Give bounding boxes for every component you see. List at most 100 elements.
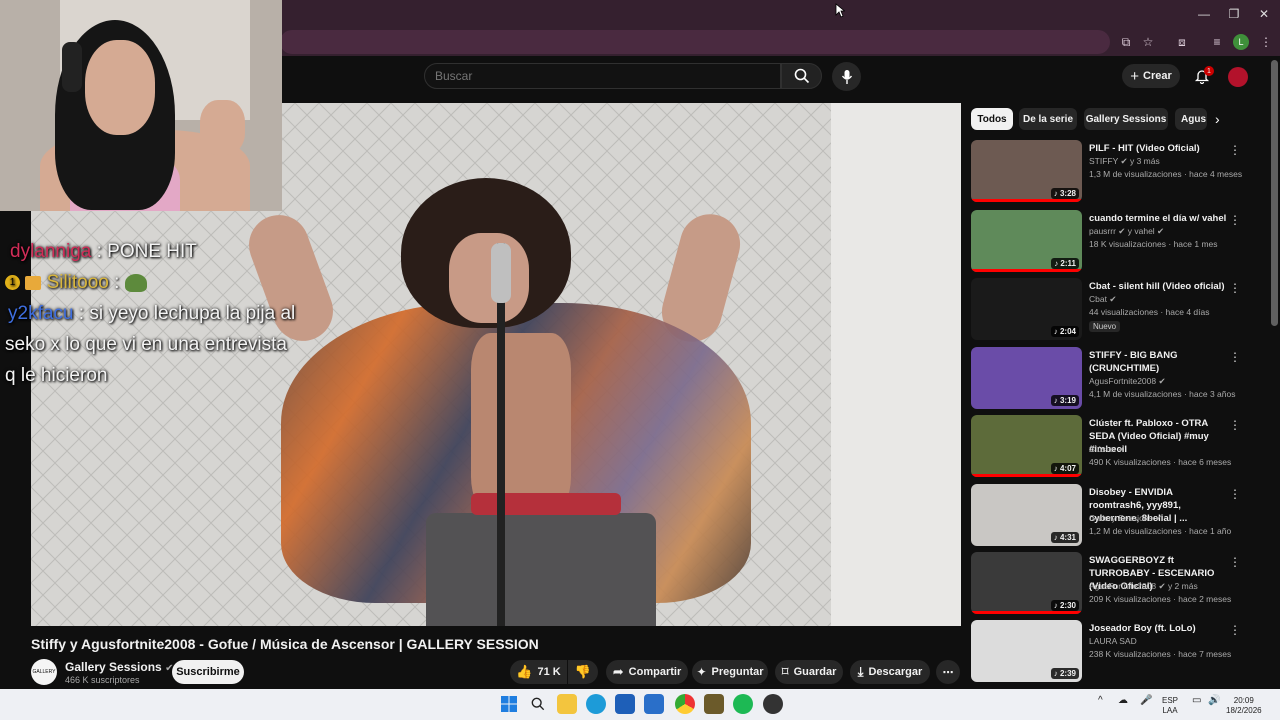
video-thumbnail[interactable]: ♪ 4:31 <box>971 484 1082 546</box>
related-video-title[interactable]: Joseador Boy (ft. LoLo) <box>1089 622 1229 635</box>
more-options-icon[interactable]: ⋮ <box>1229 555 1241 569</box>
related-channel-name[interactable]: STIFFY ✔ y 3 más <box>1089 156 1160 167</box>
dislike-button[interactable]: 👎 <box>568 660 598 684</box>
store-icon[interactable] <box>615 694 635 714</box>
video-thumbnail[interactable]: ♪ 2:30 <box>971 552 1082 614</box>
minimize-icon[interactable]: — <box>1188 0 1220 28</box>
search-input[interactable] <box>424 63 781 89</box>
duration-text: 2:04 <box>1059 327 1076 336</box>
channel-name[interactable]: Gallery Sessions ✔ <box>65 660 173 674</box>
more-actions-button[interactable]: ⋯ <box>936 660 960 684</box>
bookmark-star-icon[interactable]: ☆ <box>1140 34 1156 50</box>
related-video-item[interactable]: ♪ 3:19 STIFFY - BIG BANG (CRUNCHTIME) Agus… <box>971 347 1251 409</box>
stream-chat-overlay: dylanniga : PONE HIT 1 Silitooo : y2kfac… <box>0 236 340 391</box>
subscribe-button[interactable]: Suscribirme <box>172 660 244 684</box>
create-button[interactable]: + Crear <box>1122 64 1180 88</box>
new-badge: Nuevo <box>1089 321 1121 332</box>
close-icon[interactable]: ✕ <box>1248 0 1280 28</box>
more-options-icon[interactable]: ⋮ <box>1229 418 1241 432</box>
extensions-icon[interactable]: ⧈ <box>1174 34 1190 50</box>
video-thumbnail[interactable]: ♪ 3:28 <box>971 140 1082 202</box>
related-channel-name[interactable]: Cbat ✔ <box>1089 294 1116 305</box>
chip-from-series[interactable]: De la serie <box>1019 108 1077 130</box>
search-button[interactable] <box>781 63 822 89</box>
more-options-icon[interactable]: ⋮ <box>1229 487 1241 501</box>
save-button[interactable]: ⌑ Guardar <box>775 660 843 684</box>
display-tray-icon[interactable]: ▭ <box>1192 696 1201 706</box>
address-bar[interactable] <box>280 30 1110 54</box>
account-avatar[interactable] <box>1228 67 1248 87</box>
related-channel-name[interactable]: pausrrr ✔ y vahel ✔ <box>1089 226 1164 237</box>
chrome-icon[interactable] <box>675 694 695 714</box>
related-video-title[interactable]: STIFFY - BIG BANG (CRUNCHTIME) <box>1089 349 1229 375</box>
profile-avatar-icon[interactable]: L <box>1233 34 1249 50</box>
more-options-icon[interactable]: ⋮ <box>1229 623 1241 637</box>
app-icon[interactable] <box>763 694 783 714</box>
chip-agus[interactable]: Agus <box>1175 108 1207 130</box>
mic-tray-icon[interactable]: 🎤 <box>1140 696 1152 706</box>
related-video-item[interactable]: ♪ 4:07 Clúster ft. Pabloxo - OTRA SEDA (V… <box>971 415 1251 477</box>
more-options-icon[interactable]: ⋮ <box>1229 281 1241 295</box>
spotify-icon[interactable] <box>733 694 753 714</box>
sparkle-icon: ✦ <box>696 665 707 679</box>
related-video-title[interactable]: PILF - HIT (Video Oficial) <box>1089 142 1229 155</box>
chat-text: : <box>108 272 125 293</box>
download-button[interactable]: ⤓ Descargar <box>850 660 930 684</box>
video-thumbnail[interactable]: ♪ 2:04 <box>971 278 1082 340</box>
media-control-icon[interactable]: ≡ <box>1209 34 1225 50</box>
like-button[interactable]: 👍 71 K <box>510 660 567 684</box>
edge-browser-icon[interactable] <box>586 694 606 714</box>
related-channel-name[interactable]: LAURA SAD <box>1089 636 1137 646</box>
chip-all[interactable]: Todos <box>971 108 1013 130</box>
video-thumbnail[interactable]: ♪ 2:39 <box>971 620 1082 682</box>
chip-gallery-sessions[interactable]: Gallery Sessions <box>1084 108 1168 130</box>
related-channel-name[interactable]: Gallery Sessions ✔ <box>1089 513 1162 524</box>
voice-search-button[interactable] <box>832 62 861 91</box>
related-video-item[interactable]: ♪ 4:31 Disobey - ENVIDIA roomtrash6, yyy8… <box>971 484 1251 546</box>
network-tray-icon[interactable]: ☁ <box>1118 696 1128 706</box>
more-horizontal-icon: ⋯ <box>942 666 954 679</box>
video-thumbnail[interactable]: ♪ 2:11 <box>971 210 1082 272</box>
related-channel-name[interactable]: AgusFortnite2008 ✔ y 2 más <box>1089 581 1198 592</box>
duration-text: 2:11 <box>1060 259 1076 268</box>
minecraft-icon[interactable] <box>704 694 724 714</box>
duration-badge: ♪ 3:28 <box>1050 188 1079 199</box>
related-video-item[interactable]: ♪ 3:28 PILF - HIT (Video Oficial) STIFFY ✔… <box>971 140 1251 202</box>
windows-start-icon[interactable] <box>499 694 519 714</box>
clock[interactable]: 20:09 18/2/2026 <box>1226 696 1262 716</box>
language-indicator[interactable]: ESP LAA <box>1162 696 1178 716</box>
channel-avatar[interactable]: GALLERY <box>31 659 57 685</box>
browser-menu-icon[interactable]: ⋮ <box>1258 34 1274 50</box>
related-channel-name[interactable]: AgusFortnite2008 ✔ <box>1089 376 1166 387</box>
file-explorer-icon[interactable] <box>557 694 577 714</box>
tray-expand-icon[interactable]: ^ <box>1098 696 1103 706</box>
outlook-icon[interactable] <box>644 694 664 714</box>
more-options-icon[interactable]: ⋮ <box>1229 143 1241 157</box>
more-options-icon[interactable]: ⋮ <box>1229 213 1241 227</box>
related-video-title[interactable]: cuando termine el día w/ vahel <box>1089 212 1229 225</box>
related-video-item[interactable]: ♪ 2:39 Joseador Boy (ft. LoLo) LAURA SAD 23… <box>971 620 1251 682</box>
clock-date: 18/2/2026 <box>1226 706 1262 715</box>
video-thumbnail[interactable]: ♪ 3:19 <box>971 347 1082 409</box>
microphone-icon <box>841 69 852 84</box>
video-thumbnail[interactable]: ♪ 4:07 <box>971 415 1082 477</box>
related-video-item[interactable]: ♪ 2:30 SWAGGERBOYZ ft TURROBABY - ESCENAR… <box>971 552 1251 614</box>
taskbar-search-icon[interactable] <box>528 694 548 714</box>
share-button[interactable]: ➦ Compartir <box>606 660 688 684</box>
duration-text: 2:30 <box>1059 601 1076 610</box>
thumbs-up-icon: 👍 <box>516 664 533 679</box>
related-video-item[interactable]: ♪ 2:04 Cbat - silent hill (Video oficial)… <box>971 278 1251 340</box>
windows-taskbar <box>0 689 1280 720</box>
volume-tray-icon[interactable]: 🔊 <box>1208 696 1220 706</box>
more-options-icon[interactable]: ⋮ <box>1229 350 1241 364</box>
language-code: ESP <box>1162 696 1179 705</box>
chevron-right-icon[interactable]: › <box>1215 111 1220 127</box>
ask-button[interactable]: ✦ Preguntar <box>692 660 768 684</box>
related-video-item[interactable]: ♪ 2:11 cuando termine el día w/ vahel paus… <box>971 210 1251 272</box>
related-channel-name[interactable]: Clúster ✔ <box>1089 444 1125 455</box>
related-video-title[interactable]: Cbat - silent hill (Video oficial) <box>1089 280 1229 293</box>
restore-icon[interactable]: ❐ <box>1218 0 1250 28</box>
mouse-cursor-icon <box>835 3 845 18</box>
page-scrollbar[interactable] <box>1271 60 1278 326</box>
install-app-icon[interactable]: ⧉ <box>1118 34 1134 50</box>
